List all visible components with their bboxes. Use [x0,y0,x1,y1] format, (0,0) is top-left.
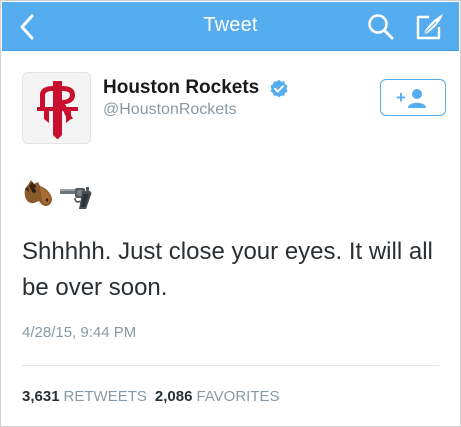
compose-button[interactable] [414,12,446,42]
tweet-timestamp: 4/28/15, 9:44 PM [22,324,137,341]
tweet-stats: 3,631 RETWEETS 2,086 FAVORITES [22,388,288,405]
houston-rockets-logo-icon [23,73,90,143]
retweets-label[interactable]: RETWEETS [64,388,147,405]
display-name[interactable]: Houston Rockets [103,77,259,99]
horse-face-emoji [24,180,52,206]
verified-badge-icon [270,79,288,98]
user-handle[interactable]: @HoustonRockets [103,101,237,119]
compose-icon [416,14,443,40]
add-user-icon: + [396,88,426,108]
tweet-screen: Tweet Houston Rockets @HoustonRockets + … [0,0,461,427]
avatar[interactable] [22,72,91,144]
navigation-bar: Tweet [2,2,459,51]
tweet-text: Shhhhh. Just close your eyes. It will al… [22,238,433,301]
retweets-count[interactable]: 3,631 [22,388,60,405]
search-button[interactable] [366,12,396,42]
favorites-count[interactable]: 2,086 [155,388,193,405]
pistol-emoji [60,187,92,209]
search-icon [368,14,394,40]
add-user-plus: + [396,88,406,107]
divider [22,365,439,366]
favorites-label[interactable]: FAVORITES [196,388,279,405]
follow-button[interactable]: + [380,79,446,116]
